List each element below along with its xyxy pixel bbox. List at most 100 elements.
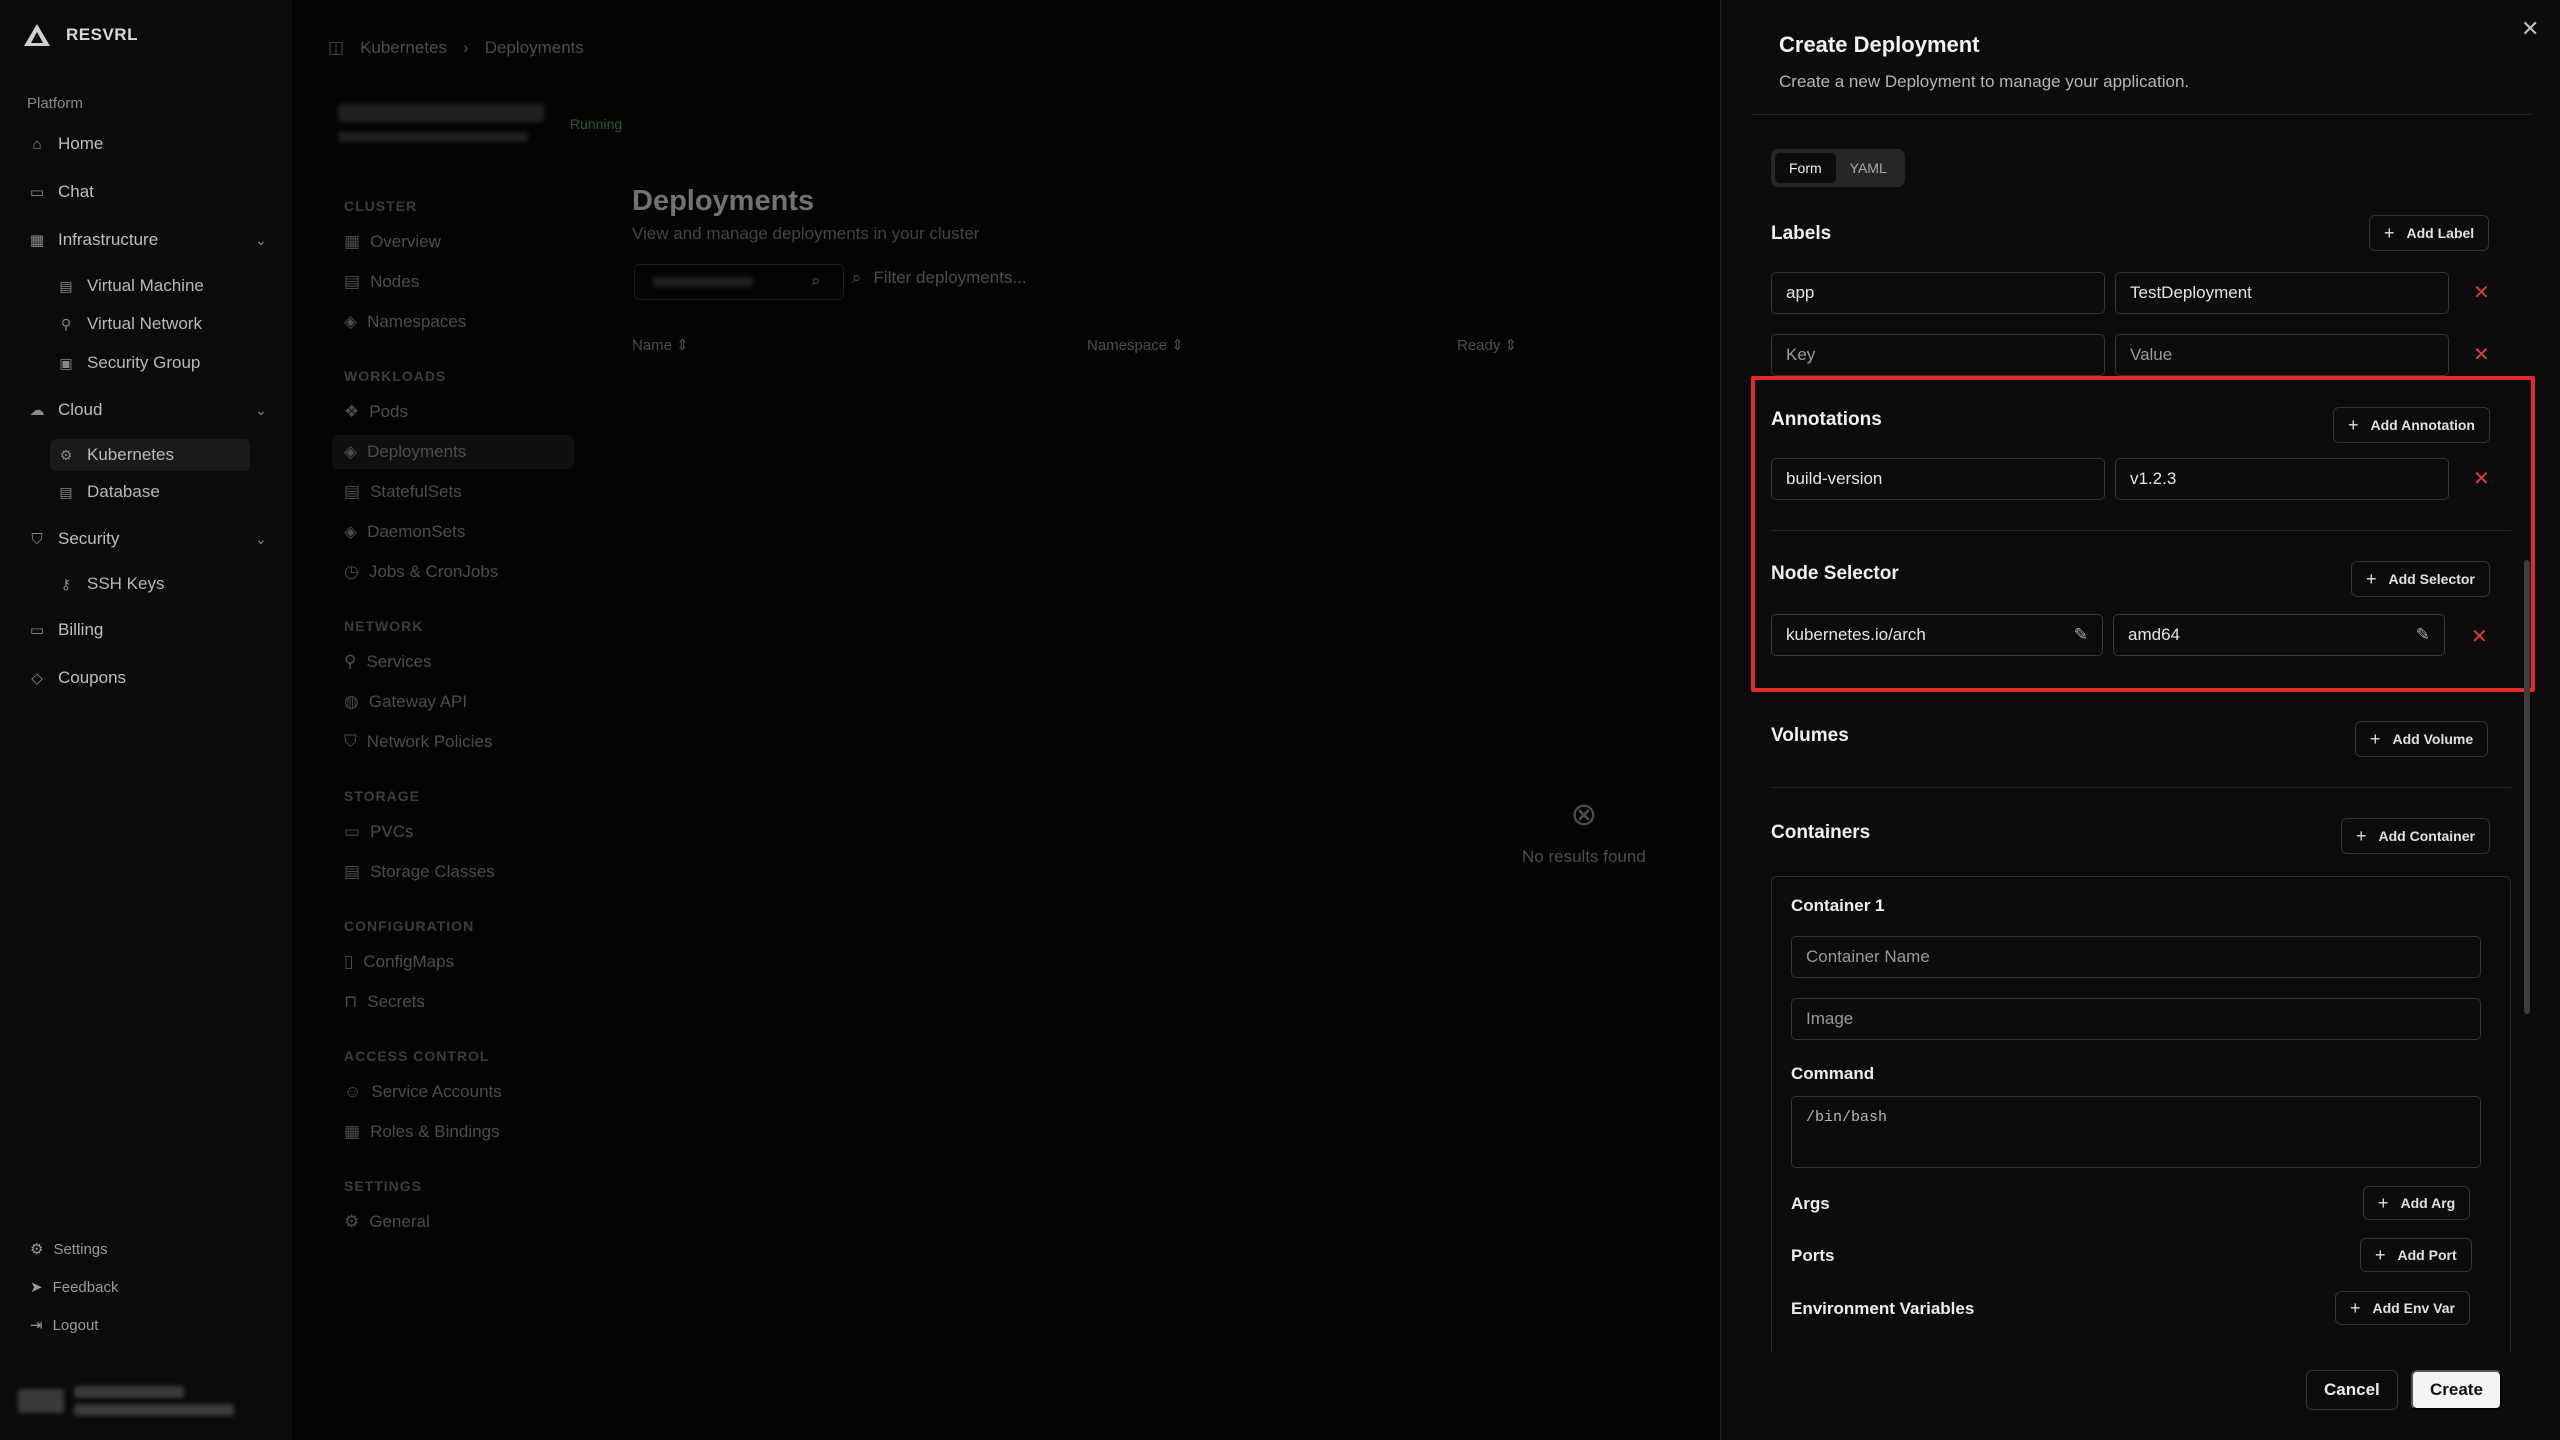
panel-scroll-area[interactable]: Form YAML Labels + Add Label app TestDepl…: [1721, 116, 2560, 1352]
subnav-item-storage-classes[interactable]: ▤ Storage Classes: [344, 862, 495, 882]
gear-icon: ⚙: [30, 1241, 44, 1258]
namespace-select[interactable]: ⌕: [634, 264, 844, 300]
shield-icon: ⛉: [31, 530, 43, 548]
sidebar-section-label: Platform: [27, 95, 83, 112]
subnav-item-label: Nodes: [370, 272, 420, 291]
sidebar-item-infrastructure[interactable]: ▦ Infrastructure: [28, 230, 158, 250]
container-name-input[interactable]: Container Name: [1791, 936, 2481, 978]
sidebar-item-home[interactable]: ⌂ Home: [28, 134, 103, 154]
sidebar-item-cloud[interactable]: ☁ Cloud: [28, 400, 103, 420]
cubes-icon: ❖: [344, 402, 360, 421]
subnav-item-deployments[interactable]: ◈ Deployments: [332, 435, 574, 469]
sidebar-settings-link[interactable]: ⚙ Settings: [30, 1240, 108, 1259]
subnav-item-pods[interactable]: ❖ Pods: [344, 402, 408, 422]
subnav-item-daemonsets[interactable]: ◈ DaemonSets: [344, 522, 465, 542]
sidebar-item-database[interactable]: ▤ Database: [57, 482, 159, 502]
command-textarea[interactable]: /bin/bash: [1791, 1096, 2481, 1168]
page-subtitle: View and manage deployments in your clus…: [632, 224, 980, 243]
column-header[interactable]: Namespace ⇕: [1087, 336, 1457, 354]
add-arg-button[interactable]: + Add Arg: [2363, 1186, 2471, 1220]
subnav-item-network-policies[interactable]: ⛉ Network Policies: [344, 732, 492, 752]
user-profile[interactable]: [18, 1386, 234, 1416]
plus-icon: +: [2384, 222, 2395, 243]
add-container-button[interactable]: + Add Container: [2341, 818, 2490, 854]
button-label: Add Container: [2378, 828, 2475, 844]
label-value-input[interactable]: Value: [2115, 334, 2449, 376]
add-label-button[interactable]: + Add Label: [2369, 215, 2490, 251]
add-env-var-button[interactable]: + Add Env Var: [2335, 1291, 2470, 1325]
sidebar-item-billing[interactable]: ▭ Billing: [28, 620, 103, 640]
namespace-value-redacted: [653, 277, 753, 287]
globe-icon: ◍: [344, 692, 359, 711]
tab-form[interactable]: Form: [1775, 153, 1836, 183]
clock-icon: ◷: [344, 562, 359, 581]
subnav-item-secrets[interactable]: ⊓ Secrets: [344, 992, 425, 1012]
create-button[interactable]: Create: [2411, 1370, 2502, 1410]
subnav-item-service-accounts[interactable]: ☺ Service Accounts: [344, 1082, 502, 1102]
sidebar-item-virtual-network[interactable]: ⚲ Virtual Network: [57, 314, 202, 334]
logo-icon: [24, 24, 50, 46]
breadcrumb-item[interactable]: Kubernetes: [360, 38, 447, 58]
close-icon[interactable]: ✕: [2521, 16, 2539, 42]
status-badge: Running: [570, 116, 623, 132]
chevron-down-icon[interactable]: ⌄: [255, 402, 267, 419]
subnav-item-nodes[interactable]: ▤ Nodes: [344, 272, 419, 292]
label-key-input[interactable]: Key: [1771, 334, 2105, 376]
layers-icon: ◈: [344, 522, 358, 541]
volumes-title: Volumes: [1771, 725, 1849, 746]
sidebar-item-coupons[interactable]: ◇ Coupons: [28, 668, 126, 688]
sidebar-toggle-icon[interactable]: ◫: [328, 38, 344, 58]
subnav-item-services[interactable]: ⚲ Services: [344, 652, 432, 672]
sidebar-item-security-group[interactable]: ▣ Security Group: [57, 353, 200, 373]
sidebar-item-ssh-keys[interactable]: ⚷ SSH Keys: [57, 574, 165, 594]
subnav-heading: WORKLOADS: [344, 368, 447, 384]
sidebar-item-label: Coupons: [58, 668, 127, 687]
subnav-item-overview[interactable]: ▦ Overview: [344, 232, 441, 252]
subnav-item-namespaces[interactable]: ◈ Namespaces: [344, 312, 466, 332]
column-header[interactable]: Ready ⇕: [1457, 336, 1517, 354]
subnav-item-pvcs[interactable]: ▭ PVCs: [344, 822, 414, 842]
chevron-down-icon[interactable]: ⌄: [255, 232, 267, 249]
cloud-icon: ☁: [29, 402, 45, 419]
column-header[interactable]: Name ⇕: [632, 336, 1087, 354]
page-title: Deployments: [632, 185, 815, 217]
subnav-item-gateway-api[interactable]: ◍ Gateway API: [344, 692, 467, 712]
highlight-box: [1751, 376, 2535, 692]
add-volume-button[interactable]: + Add Volume: [2355, 721, 2489, 757]
subnav-item-configmaps[interactable]: ▯ ConfigMaps: [344, 952, 454, 972]
container-image-input[interactable]: Image: [1791, 998, 2481, 1040]
subnav-item-label: Secrets: [367, 992, 425, 1011]
brand[interactable]: RESVRL: [22, 22, 138, 48]
sidebar-logout-link[interactable]: ⇥ Logout: [30, 1316, 98, 1335]
subnav-item-statefulsets[interactable]: ▤ StatefulSets: [344, 482, 462, 502]
subnav-item-jobs[interactable]: ◷ Jobs & CronJobs: [344, 562, 498, 582]
label-value-input[interactable]: TestDeployment: [2115, 272, 2449, 314]
cancel-button[interactable]: Cancel: [2306, 1370, 2398, 1410]
remove-label-icon[interactable]: ✕: [2473, 280, 2490, 305]
tab-yaml[interactable]: YAML: [1836, 153, 1901, 183]
sidebar-item-chat[interactable]: ▭ Chat: [28, 182, 94, 202]
sidebar-item-virtual-machine[interactable]: ▤ Virtual Machine: [57, 276, 203, 296]
sidebar-item-label: Kubernetes: [87, 445, 174, 464]
subnav-item-roles[interactable]: ▦ Roles & Bindings: [344, 1122, 500, 1142]
subnav-item-label: ConfigMaps: [363, 952, 455, 971]
filter-input[interactable]: ⌕ Filter deployments...: [852, 268, 1027, 288]
shield-box-icon: ▣: [59, 354, 73, 371]
chevron-down-icon[interactable]: ⌄: [255, 531, 267, 548]
ports-label: Ports: [1791, 1246, 1835, 1265]
sidebar-item-security[interactable]: ⛉ Security: [28, 529, 119, 549]
subnav-item-label: Jobs & CronJobs: [368, 562, 499, 581]
plus-icon: +: [2375, 1244, 2386, 1265]
remove-label-icon[interactable]: ✕: [2473, 342, 2490, 367]
scrollbar-thumb[interactable]: [2524, 560, 2530, 1014]
shield-icon: ⛉: [344, 732, 357, 751]
sidebar-item-label: SSH Keys: [87, 574, 165, 593]
divider: [1751, 114, 2531, 115]
subnav-item-general[interactable]: ⚙ General: [344, 1212, 430, 1232]
sidebar-item-kubernetes[interactable]: ⚙ Kubernetes: [50, 439, 250, 471]
sidebar-item-label: Home: [58, 134, 104, 153]
label-key-input[interactable]: app: [1771, 272, 2105, 314]
subnav-item-label: Namespaces: [367, 312, 467, 331]
sidebar-feedback-link[interactable]: ➤ Feedback: [30, 1278, 118, 1297]
add-port-button[interactable]: + Add Port: [2360, 1238, 2472, 1272]
